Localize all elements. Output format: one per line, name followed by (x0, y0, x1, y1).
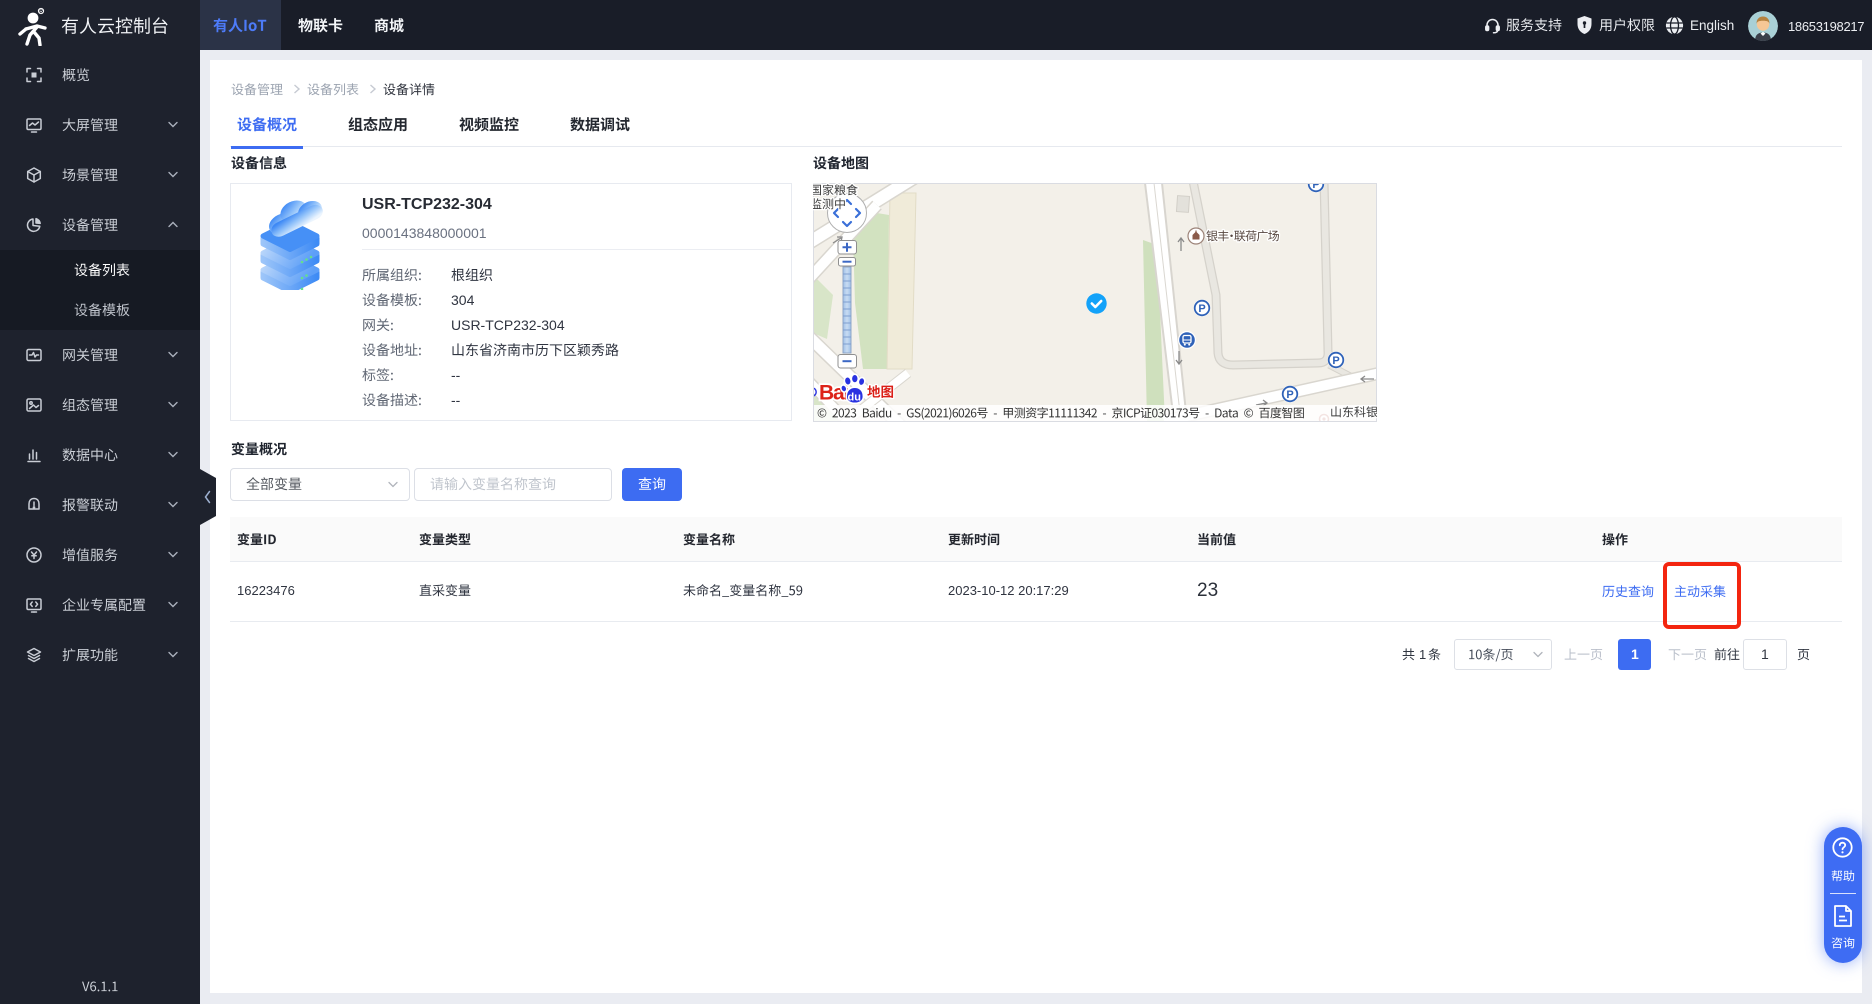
svg-text:R: R (39, 9, 43, 15)
svg-text:P: P (1332, 355, 1339, 367)
svg-text:P: P (1198, 303, 1205, 315)
svg-text:P: P (1312, 183, 1319, 191)
svg-text:P: P (1286, 389, 1293, 401)
svg-text:du: du (848, 392, 861, 404)
